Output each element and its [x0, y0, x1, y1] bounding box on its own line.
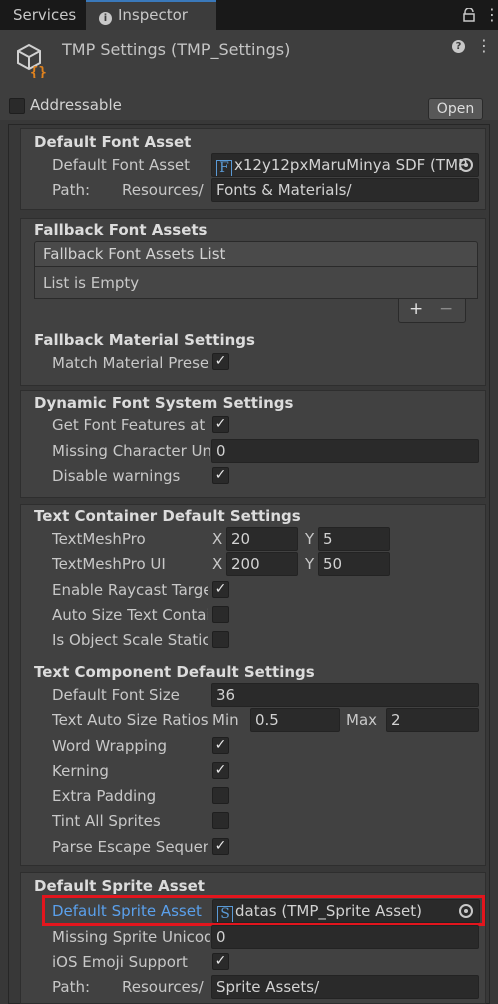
ios-emoji-checkbox[interactable]: ✓ — [212, 953, 229, 970]
fallback-list-empty: List is Empty — [34, 267, 478, 299]
default-font-label: Default Font Asset — [52, 156, 191, 174]
tmp-y-label: Y — [305, 530, 315, 548]
tab-inspector[interactable]: i Inspector — [86, 0, 216, 30]
highlight-box — [42, 895, 485, 926]
match-material-label: Match Material Preset — [52, 354, 208, 372]
font-picker-icon[interactable] — [459, 158, 473, 172]
auto-size-ratios-label: Text Auto Size Ratios — [52, 711, 209, 729]
tab-bar: Services i Inspector ⋮ — [0, 0, 498, 30]
tab-menu-icon[interactable]: ⋮ — [484, 0, 498, 30]
tmpui-y-input[interactable]: 50 — [318, 552, 390, 576]
add-icon[interactable]: + — [409, 299, 423, 319]
raycast-label: Enable Raycast Target — [52, 581, 208, 599]
max-input[interactable]: 2 — [386, 708, 479, 732]
text-component-heading: Text Component Default Settings — [34, 663, 315, 681]
tint-sprites-checkbox[interactable] — [212, 812, 229, 829]
kerning-checkbox[interactable]: ✓ — [212, 762, 229, 779]
tint-sprites-label: Tint All Sprites — [52, 812, 161, 830]
ios-emoji-label: iOS Emoji Support — [52, 953, 188, 971]
sprite-path-label: Path: — [52, 978, 91, 996]
scriptable-object-icon: {} — [17, 43, 47, 78]
font-size-label: Default Font Size — [52, 686, 180, 704]
default-font-value: x12y12pxMaruMinya SDF (TMP — [234, 156, 468, 174]
tab-services-label: Services — [13, 6, 77, 24]
missing-sprite-label: Missing Sprite Unicode — [52, 928, 210, 946]
autosize-container-checkbox[interactable] — [212, 606, 229, 623]
header-menu-icon[interactable]: ⋮ — [476, 36, 492, 55]
info-icon: i — [99, 12, 112, 25]
autosize-container-label: Auto Size Text Container — [52, 606, 208, 624]
default-sprite-heading: Default Sprite Asset — [34, 877, 205, 895]
missing-char-label: Missing Character Unicode — [52, 442, 210, 460]
font-features-checkbox[interactable]: ✓ — [212, 416, 229, 433]
tmp-container-label: TextMeshPro — [52, 530, 146, 548]
tmpui-x-input[interactable]: 200 — [226, 552, 298, 576]
escape-sequence-checkbox[interactable]: ✓ — [212, 838, 229, 855]
tab-services[interactable]: Services — [0, 0, 89, 30]
tmpui-container-label: TextMeshPro UI — [52, 555, 166, 573]
tab-inspector-label: Inspector — [118, 6, 188, 24]
disable-warnings-label: Disable warnings — [52, 467, 181, 485]
max-label: Max — [346, 711, 378, 729]
min-label: Min — [212, 711, 239, 729]
tmpui-x-label: X — [212, 555, 223, 573]
remove-icon[interactable]: − — [439, 299, 453, 319]
scale-static-checkbox[interactable] — [212, 631, 229, 648]
sprite-path-input[interactable]: Sprite Assets/ — [211, 975, 479, 999]
raycast-checkbox[interactable]: ✓ — [212, 581, 229, 598]
addressable-label: Addressable — [30, 96, 122, 114]
word-wrapping-checkbox[interactable]: ✓ — [212, 737, 229, 754]
font-size-input[interactable]: 36 — [211, 683, 479, 707]
default-font-field[interactable]: Fx12y12pxMaruMinya SDF (TMP — [211, 153, 479, 177]
disable-warnings-checkbox[interactable]: ✓ — [212, 467, 229, 484]
lock-icon[interactable] — [463, 8, 475, 22]
fallback-list-header[interactable]: Fallback Font Assets List — [34, 241, 478, 267]
object-title: TMP Settings (TMP_Settings) — [62, 40, 291, 59]
min-input[interactable]: 0.5 — [250, 708, 340, 732]
extra-padding-label: Extra Padding — [52, 787, 157, 805]
addressable-row: Addressable — [0, 92, 498, 120]
font-path-label: Path: — [52, 181, 91, 199]
missing-char-input[interactable]: 0 — [211, 439, 479, 463]
dynamic-font-heading: Dynamic Font System Settings — [34, 394, 294, 412]
fallback-material-heading: Fallback Material Settings — [34, 331, 255, 349]
help-icon[interactable]: ? — [452, 40, 465, 53]
fallback-list-footer: + − — [398, 299, 466, 323]
tmpui-y-label: Y — [305, 555, 315, 573]
extra-padding-checkbox[interactable] — [212, 787, 229, 804]
sprite-path-prefix: Resources/ — [122, 978, 204, 996]
addressable-checkbox[interactable] — [9, 98, 25, 114]
missing-sprite-input[interactable]: 0 — [211, 925, 479, 949]
svg-text:{}: {} — [30, 65, 47, 78]
font-features-label: Get Font Features at Runtime — [52, 416, 208, 434]
match-material-checkbox[interactable]: ✓ — [212, 353, 229, 370]
text-container-heading: Text Container Default Settings — [34, 507, 301, 525]
scale-static-label: Is Object Scale Static — [52, 631, 208, 649]
font-path-input[interactable]: Fonts & Materials/ — [211, 178, 479, 202]
font-asset-icon: F — [216, 160, 232, 176]
font-path-prefix: Resources/ — [122, 181, 204, 199]
escape-sequence-label: Parse Escape Sequence — [52, 838, 208, 856]
fallback-fonts-heading: Fallback Font Assets — [34, 221, 208, 239]
word-wrapping-label: Word Wrapping — [52, 737, 168, 755]
tmp-x-label: X — [212, 530, 223, 548]
tmp-y-input[interactable]: 5 — [318, 527, 390, 551]
tmp-x-input[interactable]: 20 — [226, 527, 298, 551]
kerning-label: Kerning — [52, 762, 109, 780]
default-font-heading: Default Font Asset — [34, 133, 192, 151]
